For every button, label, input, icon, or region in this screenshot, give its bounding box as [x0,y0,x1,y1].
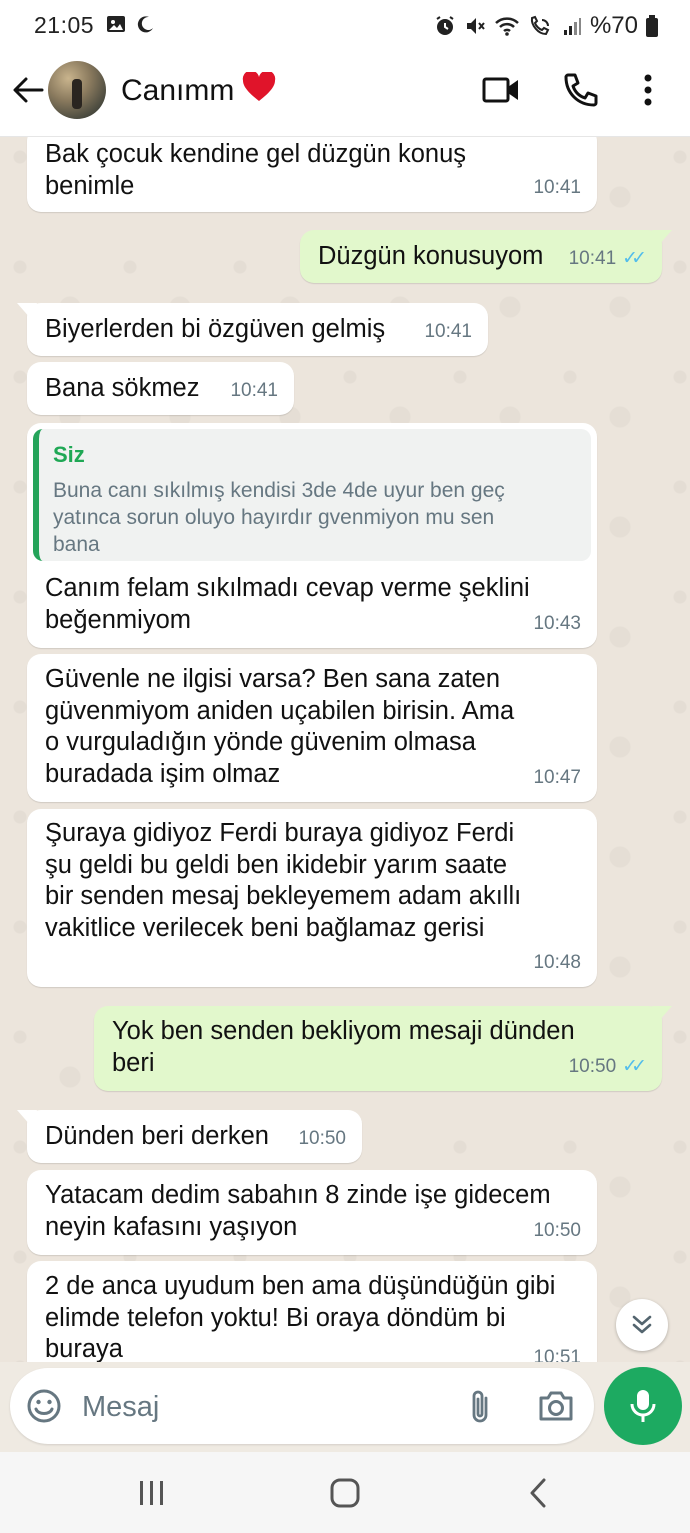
battery-icon [646,15,658,37]
contact-name-text: Canımm [121,74,235,107]
read-receipt-icon: ✓✓ [622,1055,647,1077]
status-bar: 21:05 %70 [0,0,690,50]
message-text: 2 de anca uyudum ben ama düşündüğün gibi… [45,1272,556,1362]
recents-icon[interactable] [138,1480,166,1506]
message-bubble[interactable]: Siz Buna canı sıkılmış kendisi 3de 4de u… [27,423,597,648]
message-meta: 10:43 [533,608,581,640]
message-time: 10:50 [298,1127,346,1149]
message-time: 10:50 [533,1219,581,1241]
message-time: 10:43 [533,612,581,634]
message-time: 10:48 [533,951,581,973]
message-text: Canım felam sıkılmadı cevap verme şeklin… [45,574,530,634]
more-menu-icon[interactable] [642,74,654,106]
message-meta: 10:48 [533,947,581,979]
mute-icon [466,18,485,34]
message-text: Bak çocuk kendine gel düzgün konuş benim… [45,140,467,200]
message-meta: 10:41 [424,316,472,348]
message-text: Güvenle ne ilgisi varsa? Ben sana zaten … [45,665,515,788]
message-bubble[interactable]: Biyerlerden bi özgüven gelmiş 10:41 [17,303,488,356]
message-meta: 10:51 [533,1342,581,1363]
attach-icon[interactable] [466,1388,494,1426]
message-meta: 10:50 [298,1123,346,1155]
chat-area[interactable]: Bak çocuk kendine gel düzgün konuş benim… [0,137,690,1362]
message-meta: 10:41 [230,375,278,407]
heart-icon [242,70,276,110]
message-meta: 10:50 ✓✓ [568,1051,647,1083]
message-bubble[interactable]: Dünden beri derken 10:50 [17,1110,362,1163]
message-meta: 10:47 [533,762,581,794]
message-text: Şuraya gidiyoz Ferdi buraya gidiyoz Ferd… [45,819,522,942]
double-chevron-down-icon [632,1315,652,1334]
message-time: 10:50 [568,1055,617,1077]
gallery-icon [107,16,125,32]
message-text: Yok ben senden bekliyom mesaji dünden be… [112,1017,575,1077]
message-bubble[interactable]: 2 de anca uyudum ben ama düşündüğün gibi… [27,1261,597,1362]
message-time: 10:47 [533,766,581,788]
wifi-calling-icon [530,15,550,36]
message-time: 10:41 [533,176,581,198]
quoted-text: Buna canı sıkılmış kendisi 3de 4de uyur … [53,478,505,556]
quoted-message[interactable]: Siz Buna canı sıkılmış kendisi 3de 4de u… [33,429,591,561]
alarm-icon [436,16,454,35]
signal-icon [563,18,581,35]
message-bubble[interactable]: Bak çocuk kendine gel düzgün konuş benim… [27,137,597,212]
chat-header: Canımm [0,50,690,137]
message-time: 10:41 [424,320,472,342]
scroll-to-bottom-button[interactable] [616,1299,668,1351]
message-meta: 10:41 [533,172,581,204]
message-text: Biyerlerden bi özgüven gelmiş [45,315,386,343]
status-time: 21:05 [34,12,95,38]
back-arrow-icon[interactable] [12,74,44,106]
avatar[interactable] [48,61,106,119]
message-text: Yatacam dedim sabahın 8 zinde işe gidece… [45,1181,551,1241]
message-bubble[interactable]: Düzgün konusuyom 10:41 ✓✓ [300,230,672,283]
message-bubble[interactable]: Yatacam dedim sabahın 8 zinde işe gidece… [27,1170,597,1255]
camera-icon[interactable] [537,1390,575,1422]
message-time: 10:41 [230,379,278,401]
read-receipt-icon: ✓✓ [622,247,647,269]
back-icon[interactable] [528,1478,548,1508]
wifi-icon [495,17,519,36]
message-input[interactable] [80,1384,444,1430]
battery-percent: %70 [589,12,638,39]
message-composer [10,1368,594,1444]
moon-icon [137,16,153,33]
quoted-author: Siz [53,442,85,467]
emoji-icon[interactable] [26,1388,62,1424]
message-meta: 10:50 [533,1215,581,1247]
contact-name[interactable]: Canımm [121,70,276,110]
message-bubble[interactable]: Güvenle ne ilgisi varsa? Ben sana zaten … [27,654,597,802]
phone-icon[interactable] [563,72,599,108]
mic-button[interactable] [604,1367,682,1445]
mic-icon [630,1390,656,1422]
system-navigation-bar [0,1452,690,1533]
message-meta: 10:41 ✓✓ [568,243,647,275]
video-call-icon[interactable] [482,74,520,106]
home-icon[interactable] [330,1478,360,1508]
message-bubble[interactable]: Bana sökmez 10:41 [27,362,294,415]
message-bubble[interactable]: Şuraya gidiyoz Ferdi buraya gidiyoz Ferd… [27,809,597,987]
message-bubble[interactable]: Yok ben senden bekliyom mesaji dünden be… [94,1006,672,1091]
message-time: 10:41 [568,247,617,269]
message-time: 10:51 [533,1346,581,1363]
